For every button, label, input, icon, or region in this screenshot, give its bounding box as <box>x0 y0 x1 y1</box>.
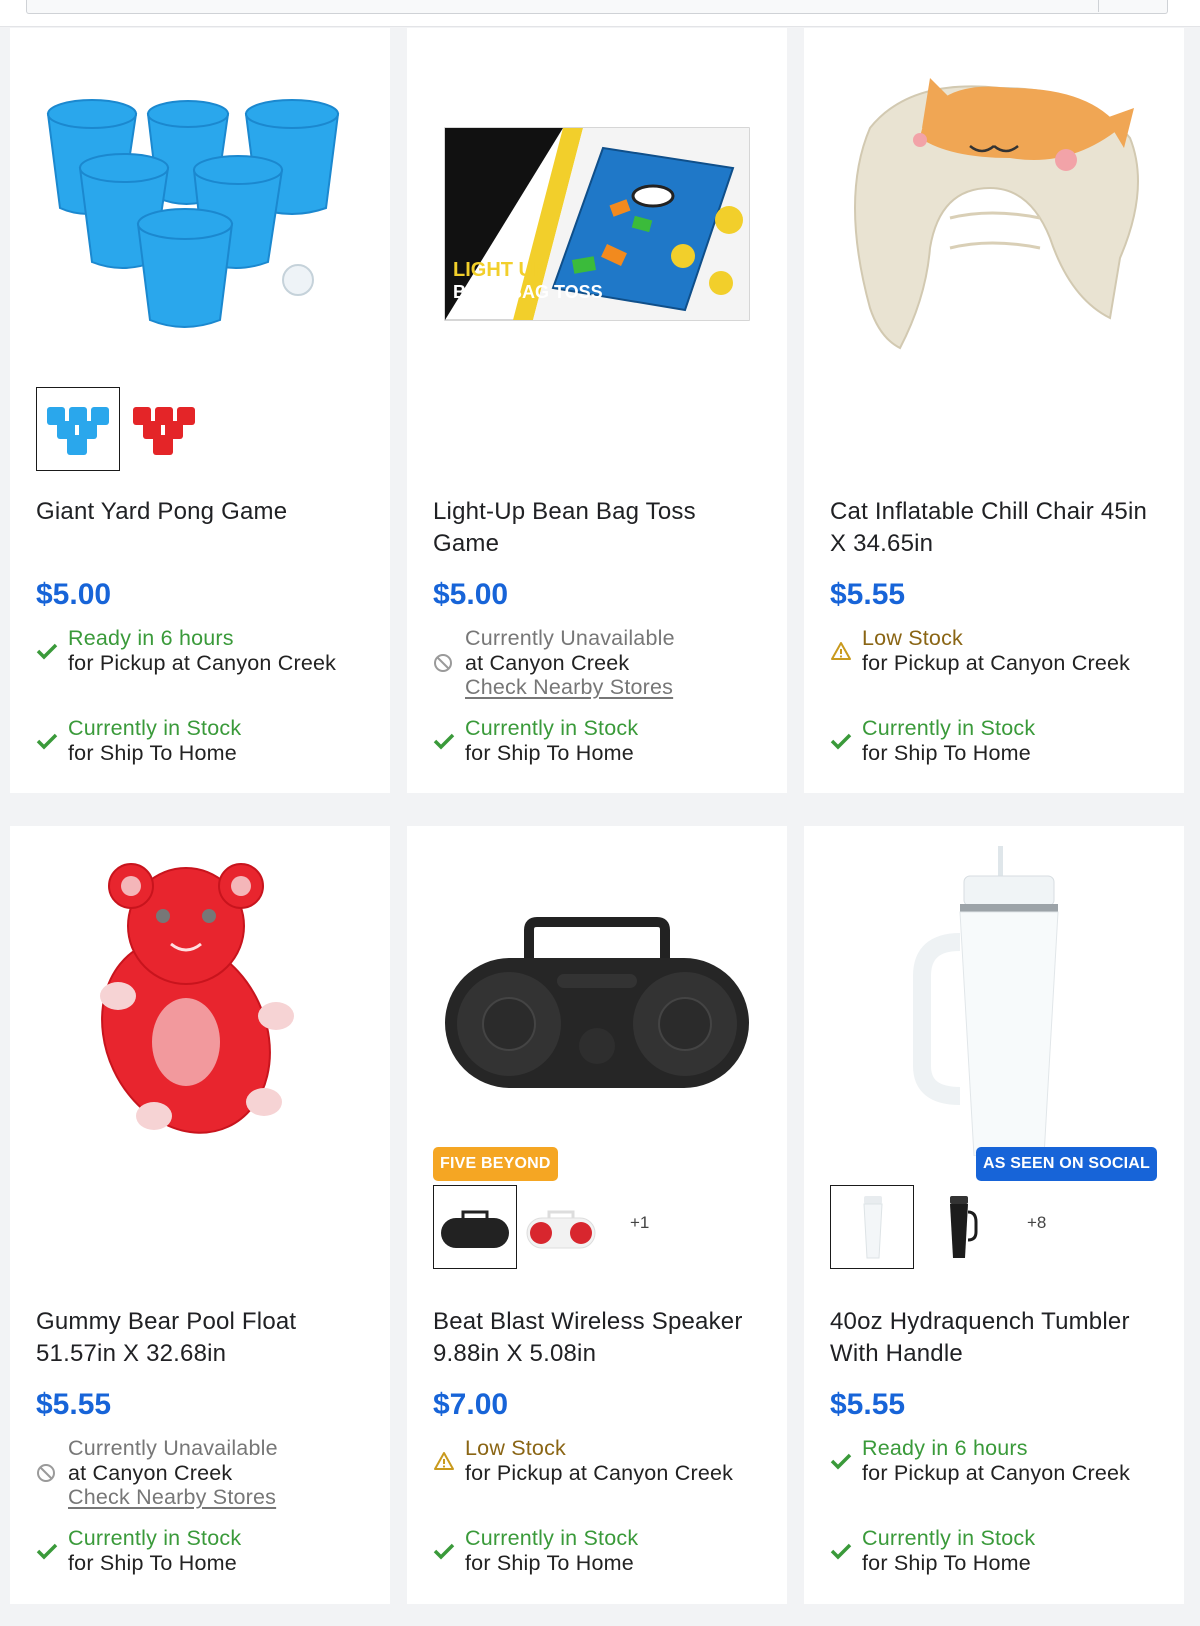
pickup-availability: Currently Unavailable at Canyon Creek Chec… <box>36 1436 376 1510</box>
product-card[interactable]: LIGHT UP BEAN BAG TOSS Light-Up Bean Bag… <box>407 28 787 793</box>
product-title[interactable]: Light-Up Bean Bag Toss Game <box>433 496 763 560</box>
warning-icon <box>433 1451 465 1471</box>
pickup-detail: at Canyon Creek <box>68 1460 233 1485</box>
pickup-status: Low Stock <box>465 1436 566 1460</box>
ship-availability: Currently in Stock for Ship To Home <box>830 1526 1170 1575</box>
product-card[interactable]: Giant Yard Pong Game $5.00 Ready in 6 ho… <box>10 28 390 793</box>
ship-status: Currently in Stock <box>68 1526 242 1550</box>
check-icon <box>36 642 68 660</box>
red-cups-thumbnail <box>133 407 195 455</box>
unavailable-icon <box>433 653 465 673</box>
pickup-status: Currently Unavailable <box>68 1436 278 1460</box>
pickup-availability: Ready in 6 hours for Pickup at Canyon Cre… <box>830 1436 1170 1485</box>
product-image[interactable] <box>36 48 364 358</box>
social-badge: AS SEEN ON SOCIAL <box>976 1147 1157 1181</box>
product-title[interactable]: Cat Inflatable Chill Chair 45in X 34.65i… <box>830 496 1160 560</box>
color-swatch-black[interactable] <box>916 1185 1000 1269</box>
box-text-line2: BEAN BAG TOSS <box>453 282 603 302</box>
check-icon <box>830 732 862 750</box>
more-colors-count[interactable]: +1 <box>630 1213 649 1233</box>
pickup-status: Ready in 6 hours <box>68 626 234 650</box>
product-title[interactable]: Beat Blast Wireless Speaker 9.88in X 5.0… <box>433 1306 763 1370</box>
pickup-detail: for Pickup at Canyon Creek <box>68 650 337 675</box>
product-image[interactable]: LIGHT UP BEAN BAG TOSS <box>433 48 761 358</box>
pickup-availability: Low Stock for Pickup at Canyon Creek <box>830 626 1170 675</box>
product-image[interactable] <box>433 846 761 1156</box>
ship-availability: Currently in Stock for Ship To Home <box>36 716 376 765</box>
ship-availability: Currently in Stock for Ship To Home <box>433 716 773 765</box>
product-price: $5.55 <box>830 578 906 611</box>
ship-status: Currently in Stock <box>465 716 639 740</box>
product-image[interactable] <box>830 48 1158 358</box>
product-price: $5.00 <box>433 578 509 611</box>
ship-status: Currently in Stock <box>465 1526 639 1550</box>
product-card[interactable]: FIVE BEYOND +1 Beat Blast Wireless Speak… <box>407 826 787 1604</box>
color-swatch-white[interactable] <box>830 1185 914 1269</box>
warning-icon <box>830 641 862 661</box>
check-icon <box>433 1542 465 1560</box>
pickup-detail: for Pickup at Canyon Creek <box>465 1460 734 1485</box>
box-text-line1: LIGHT UP <box>453 259 546 281</box>
ship-availability: Currently in Stock for Ship To Home <box>36 1526 376 1575</box>
blue-cups-thumbnail <box>47 407 109 455</box>
ship-availability: Currently in Stock for Ship To Home <box>433 1526 773 1575</box>
black-tumbler-thumbnail <box>950 1196 978 1258</box>
unavailable-icon <box>36 1463 68 1483</box>
check-icon <box>36 732 68 750</box>
product-title[interactable]: 40oz Hydraquench Tumbler With Handle <box>830 1306 1160 1370</box>
product-card[interactable]: Cat Inflatable Chill Chair 45in X 34.65i… <box>804 28 1184 793</box>
ship-detail: for Ship To Home <box>862 740 1031 765</box>
check-nearby-stores-link[interactable]: Check Nearby Stores <box>465 675 675 700</box>
pickup-status: Currently Unavailable <box>465 626 675 650</box>
pickup-status: Low Stock <box>862 626 963 650</box>
check-icon <box>433 732 465 750</box>
pickup-status: Ready in 6 hours <box>862 1436 1028 1460</box>
pickup-availability: Currently Unavailable at Canyon Creek Chec… <box>433 626 773 700</box>
check-nearby-stores-link[interactable]: Check Nearby Stores <box>68 1485 278 1510</box>
check-icon <box>830 1452 862 1470</box>
ship-detail: for Ship To Home <box>862 1550 1031 1575</box>
color-swatch-blue[interactable] <box>36 387 120 471</box>
top-bar <box>0 0 1200 27</box>
more-colors-count[interactable]: +8 <box>1027 1213 1046 1233</box>
white-tumbler-thumbnail <box>863 1196 883 1259</box>
ship-status: Currently in Stock <box>68 716 242 740</box>
brand-badge: FIVE BEYOND <box>433 1147 558 1181</box>
pickup-detail: for Pickup at Canyon Creek <box>862 1460 1131 1485</box>
product-image[interactable] <box>830 846 1158 1156</box>
pickup-availability: Low Stock for Pickup at Canyon Creek <box>433 1436 773 1485</box>
product-price: $7.00 <box>433 1388 509 1421</box>
color-swatch-black[interactable] <box>433 1185 517 1269</box>
color-swatch-red[interactable] <box>122 387 206 471</box>
product-title[interactable]: Gummy Bear Pool Float 51.57in X 32.68in <box>36 1306 366 1370</box>
color-swatch-red[interactable] <box>519 1185 603 1269</box>
product-title[interactable]: Giant Yard Pong Game <box>36 496 366 528</box>
ship-status: Currently in Stock <box>862 716 1036 740</box>
pickup-detail: at Canyon Creek <box>465 650 630 675</box>
product-card[interactable]: Gummy Bear Pool Float 51.57in X 32.68in … <box>10 826 390 1604</box>
check-icon <box>830 1542 862 1560</box>
product-price: $5.00 <box>36 578 112 611</box>
pickup-detail: for Pickup at Canyon Creek <box>862 650 1131 675</box>
product-image[interactable] <box>36 846 364 1156</box>
search-bar[interactable] <box>26 0 1168 14</box>
ship-detail: for Ship To Home <box>68 1550 237 1575</box>
search-divider <box>1098 0 1099 12</box>
red-speaker-thumbnail <box>526 1210 596 1249</box>
ship-detail: for Ship To Home <box>465 740 634 765</box>
black-speaker-thumbnail <box>441 1210 509 1248</box>
pickup-availability: Ready in 6 hours for Pickup at Canyon Cre… <box>36 626 376 675</box>
product-price: $5.55 <box>36 1388 112 1421</box>
ship-detail: for Ship To Home <box>68 740 237 765</box>
product-price: $5.55 <box>830 1388 906 1421</box>
ship-status: Currently in Stock <box>862 1526 1036 1550</box>
check-icon <box>36 1542 68 1560</box>
ship-detail: for Ship To Home <box>465 1550 634 1575</box>
ship-availability: Currently in Stock for Ship To Home <box>830 716 1170 765</box>
product-card[interactable]: AS SEEN ON SOCIAL +8 40oz Hydraquench Tu… <box>804 826 1184 1604</box>
